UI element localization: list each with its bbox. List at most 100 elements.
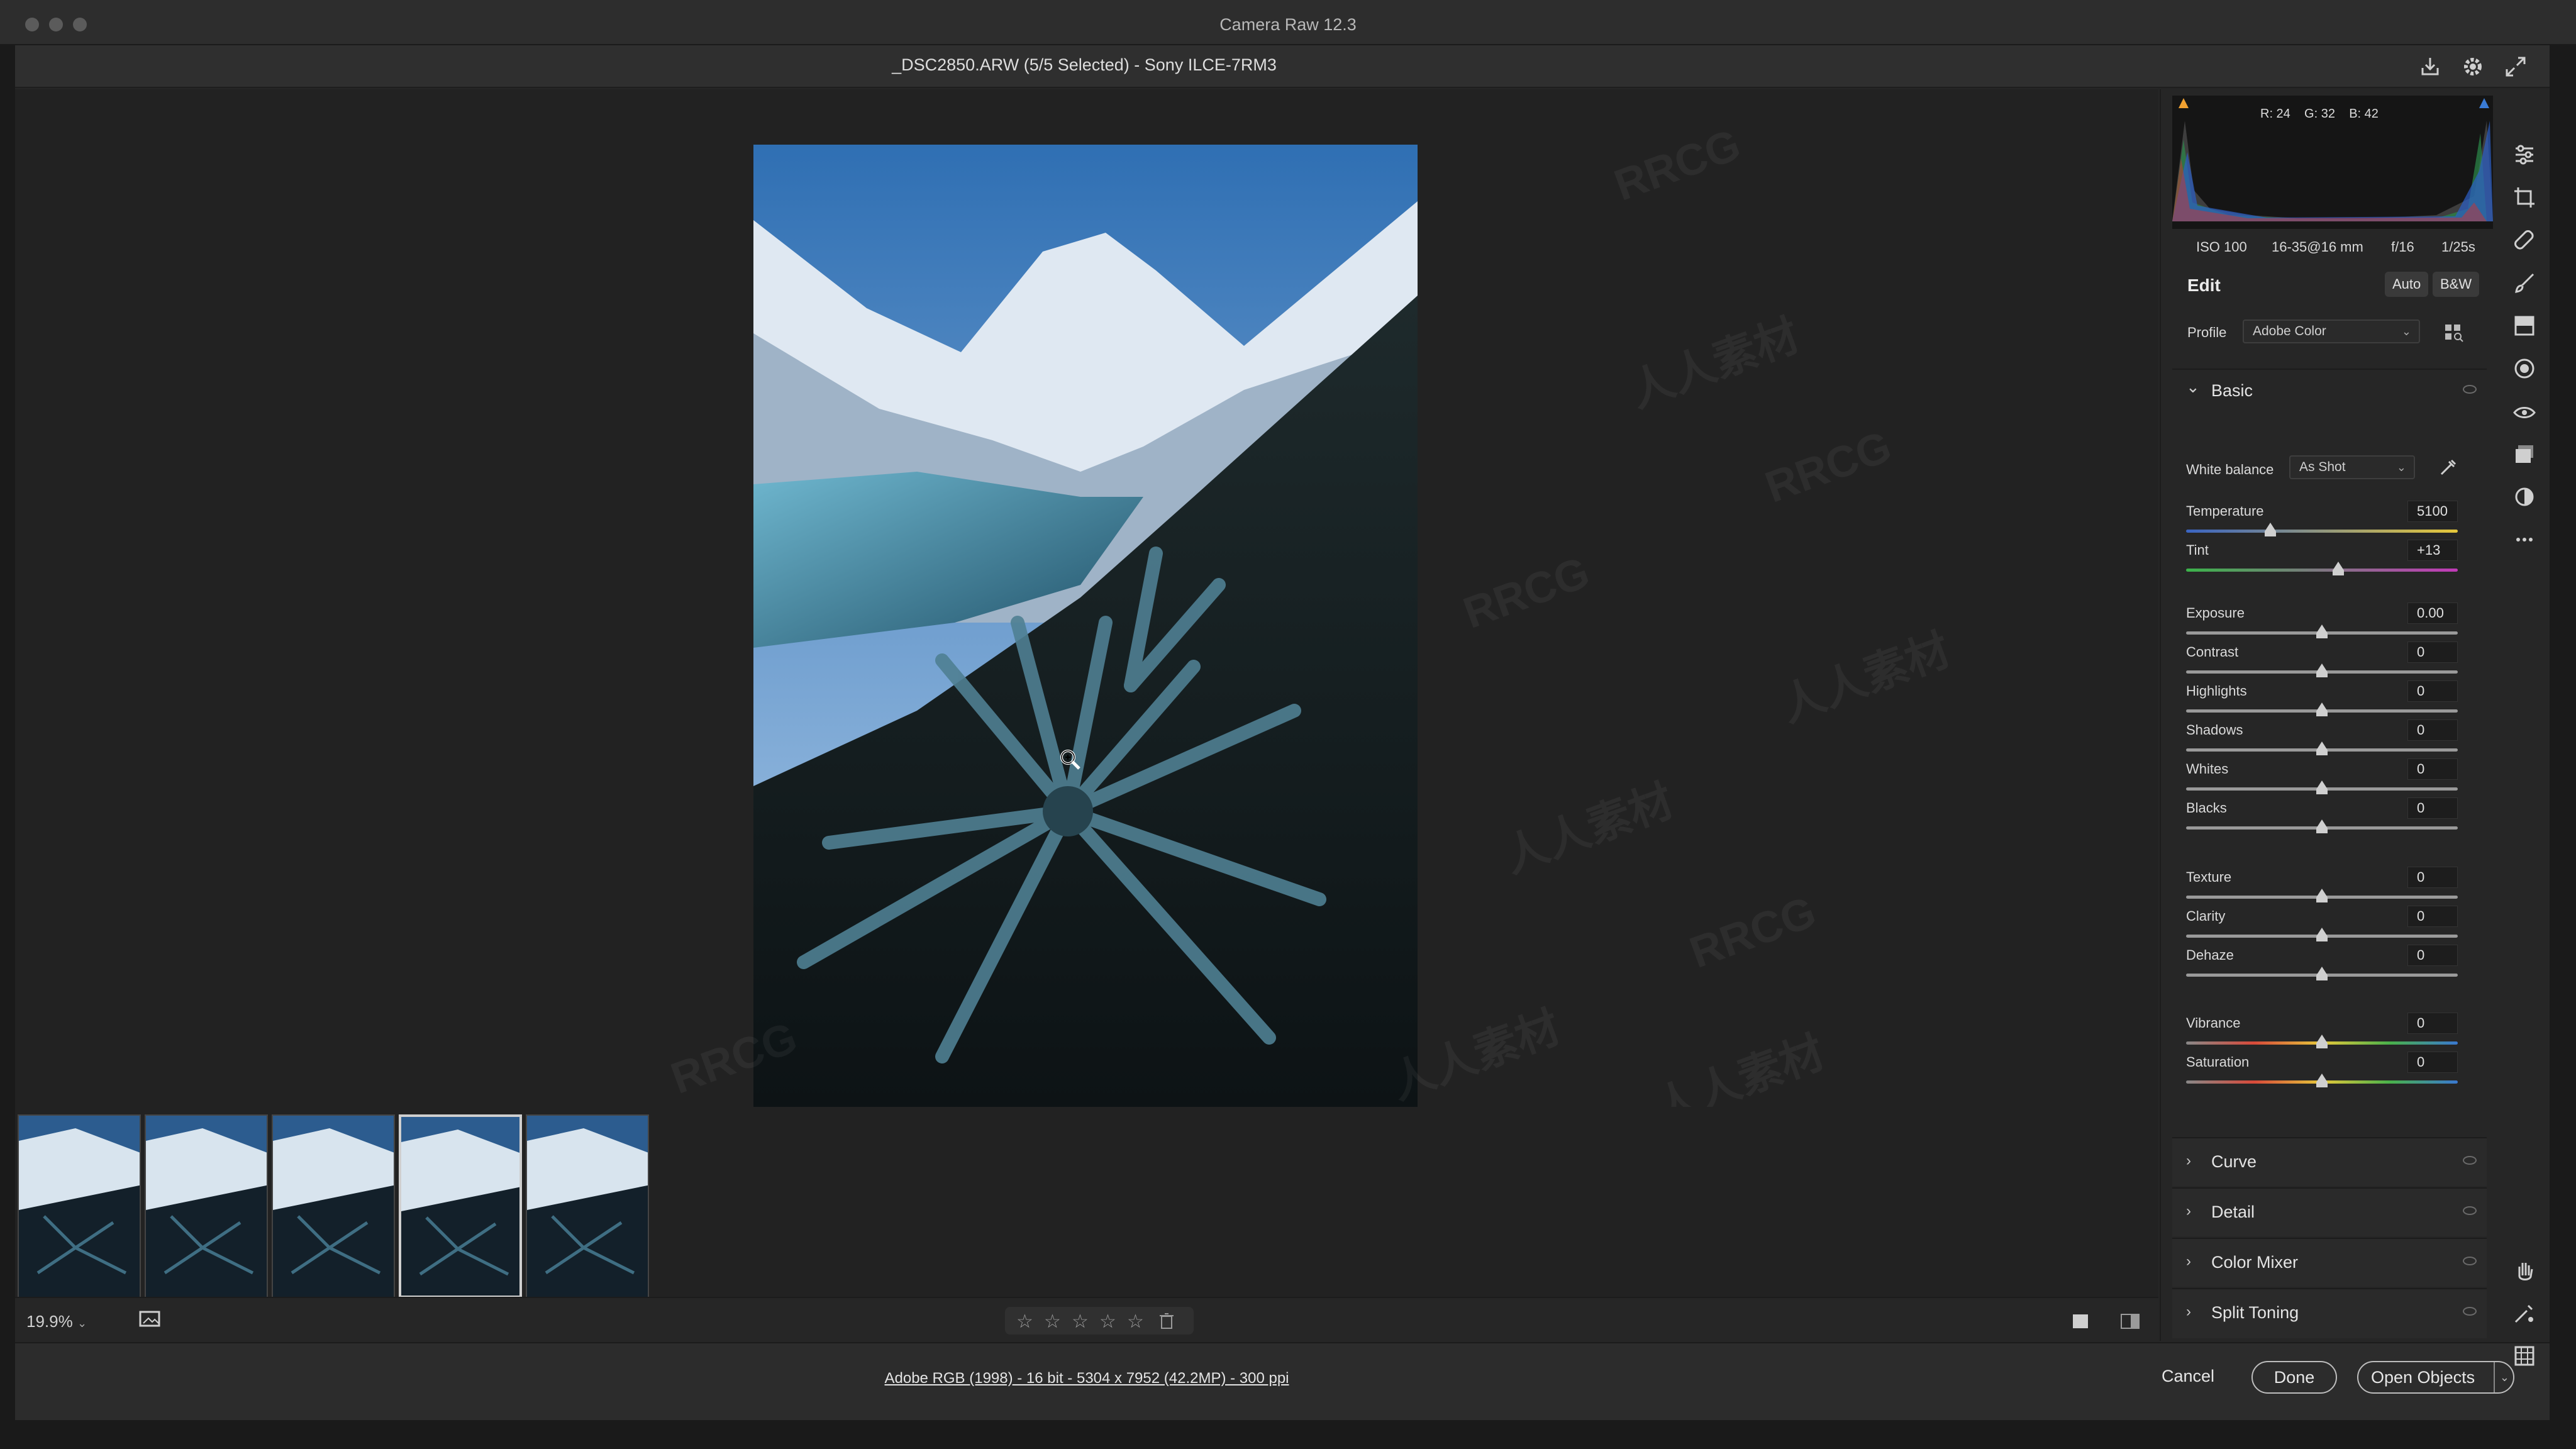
slider-handle[interactable] <box>2316 625 2328 638</box>
more-icon[interactable] <box>2512 527 2537 552</box>
filmstrip-thumbnail[interactable] <box>18 1114 141 1298</box>
healing-icon[interactable] <box>2512 228 2537 253</box>
slider-track[interactable] <box>2186 1035 2458 1048</box>
slider-value-input[interactable]: 0 <box>2407 945 2458 966</box>
gear-icon[interactable] <box>2460 54 2485 79</box>
slider-track[interactable] <box>2186 523 2458 536</box>
profile-browser-icon[interactable] <box>2443 321 2465 343</box>
slider-track[interactable] <box>2186 819 2458 833</box>
single-view-icon[interactable] <box>2070 1311 2092 1332</box>
filmstrip-thumbnail[interactable] <box>526 1114 649 1298</box>
camera-raw-window: _DSC2850.ARW (5/5 Selected) - Sony ILCE-… <box>15 45 2550 1420</box>
trash-icon[interactable] <box>1158 1312 1175 1330</box>
slider-handle[interactable] <box>2316 889 2328 902</box>
star-icon[interactable]: ☆ <box>1072 1311 1089 1333</box>
slider-value-input[interactable]: 0 <box>2407 906 2458 927</box>
star-icon[interactable]: ☆ <box>1016 1311 1033 1333</box>
slider-track[interactable] <box>2186 889 2458 902</box>
slider-value-input[interactable]: 0.00 <box>2407 602 2458 624</box>
slider-track[interactable] <box>2186 1074 2458 1087</box>
profile-dropdown[interactable]: Adobe Color ⌄ <box>2243 319 2420 343</box>
radial-filter-icon[interactable] <box>2512 356 2537 381</box>
filmstrip-options-icon[interactable] <box>138 1309 164 1332</box>
slider-track[interactable] <box>2186 741 2458 755</box>
slider-track[interactable] <box>2186 702 2458 716</box>
color-sampler-icon[interactable] <box>2512 1301 2537 1326</box>
star-icon[interactable]: ☆ <box>1099 1311 1116 1333</box>
compare-view-icon[interactable] <box>2119 1311 2141 1332</box>
slider-handle[interactable] <box>2316 819 2328 833</box>
slider-track[interactable] <box>2186 663 2458 677</box>
slider-handle[interactable] <box>2316 702 2328 716</box>
slider-track[interactable] <box>2186 562 2458 575</box>
filmstrip-thumbnail[interactable] <box>272 1114 395 1298</box>
star-icon[interactable]: ☆ <box>1044 1311 1061 1333</box>
white-balance-dropdown[interactable]: As Shot ⌄ <box>2289 455 2415 479</box>
open-objects-button[interactable]: Open Objects ⌄ <box>2357 1361 2514 1394</box>
filmstrip-thumbnail[interactable] <box>145 1114 268 1298</box>
save-image-icon[interactable] <box>2418 54 2443 79</box>
detail-section[interactable]: › Detail <box>2172 1187 2487 1236</box>
red-eye-icon[interactable] <box>2512 399 2537 424</box>
grid-icon[interactable] <box>2512 1343 2537 1368</box>
eye-icon[interactable] <box>2463 1307 2477 1316</box>
slider-value-input[interactable]: 0 <box>2407 680 2458 702</box>
split-toning-section[interactable]: › Split Toning <box>2172 1288 2487 1338</box>
slider-handle[interactable] <box>2316 1074 2328 1087</box>
slider-handle[interactable] <box>2316 967 2328 980</box>
curve-section[interactable]: › Curve <box>2172 1137 2487 1186</box>
slider-value-input[interactable]: 0 <box>2407 719 2458 741</box>
eye-icon[interactable] <box>2463 385 2477 394</box>
image-canvas[interactable]: RRCG 人人素材 RRCG 人人素材 RRCG 人人素材 RRCG 人人素材 … <box>15 89 2158 1221</box>
slider-track[interactable] <box>2186 928 2458 941</box>
slider-value-input[interactable]: +13 <box>2407 540 2458 561</box>
cancel-button[interactable]: Cancel <box>2153 1361 2223 1394</box>
eye-icon[interactable] <box>2463 1156 2477 1165</box>
done-button[interactable]: Done <box>2251 1361 2337 1394</box>
brush-icon[interactable] <box>2512 270 2537 296</box>
edit-sliders-icon[interactable] <box>2512 142 2537 167</box>
slider-track[interactable] <box>2186 780 2458 794</box>
slider-handle[interactable] <box>2316 1035 2328 1048</box>
eye-icon[interactable] <box>2463 1206 2477 1215</box>
graduated-filter-icon[interactable] <box>2512 313 2537 338</box>
chevron-down-icon[interactable]: ⌄ <box>2493 1362 2509 1392</box>
slider-handle[interactable] <box>2316 928 2328 941</box>
filmstrip-thumbnail-selected[interactable] <box>399 1114 522 1298</box>
hand-icon[interactable] <box>2512 1258 2537 1283</box>
zoom-level-dropdown[interactable]: 19.9% ⌄ <box>26 1312 87 1331</box>
basic-section-header[interactable]: ⌄ Basic <box>2172 369 2487 406</box>
bw-button[interactable]: B&W <box>2433 272 2480 297</box>
workflow-options-link[interactable]: Adobe RGB (1998) - 16 bit - 5304 x 7952 … <box>15 1370 2158 1387</box>
slider-saturation: Saturation 0 <box>2172 1052 2487 1091</box>
presets-icon[interactable] <box>2512 484 2537 509</box>
slider-texture: Texture 0 <box>2172 867 2487 906</box>
slider-value-input[interactable]: 0 <box>2407 867 2458 888</box>
crop-icon[interactable] <box>2512 185 2537 210</box>
histogram[interactable]: R: 24 G: 32 B: 42 <box>2172 96 2493 229</box>
slider-track[interactable] <box>2186 625 2458 638</box>
slider-value-input[interactable]: 0 <box>2407 641 2458 663</box>
zoom-level: 19.9% <box>26 1312 73 1331</box>
slider-track[interactable] <box>2186 967 2458 980</box>
slider-handle[interactable] <box>2316 780 2328 794</box>
star-icon[interactable]: ☆ <box>1127 1311 1144 1333</box>
auto-button[interactable]: Auto <box>2385 272 2429 297</box>
slider-handle[interactable] <box>2332 562 2344 575</box>
slider-label: Saturation <box>2186 1054 2250 1070</box>
slider-handle[interactable] <box>2316 741 2328 755</box>
color-mixer-section[interactable]: › Color Mixer <box>2172 1238 2487 1287</box>
eyedropper-icon[interactable] <box>2438 455 2460 478</box>
slider-value-input[interactable]: 0 <box>2407 758 2458 780</box>
slider-value-input[interactable]: 5100 <box>2407 501 2458 522</box>
slider-value-input[interactable]: 0 <box>2407 797 2458 819</box>
slider-handle[interactable] <box>2264 523 2276 536</box>
slider-value-input[interactable]: 0 <box>2407 1052 2458 1073</box>
snapshots-icon[interactable] <box>2512 441 2537 467</box>
slider-handle[interactable] <box>2316 663 2328 677</box>
main-photo-preview[interactable] <box>753 145 1418 1140</box>
fullscreen-icon[interactable] <box>2503 54 2528 79</box>
eye-icon[interactable] <box>2463 1257 2477 1265</box>
slider-value-input[interactable]: 0 <box>2407 1013 2458 1034</box>
watermark: RRCG <box>1758 421 1898 512</box>
